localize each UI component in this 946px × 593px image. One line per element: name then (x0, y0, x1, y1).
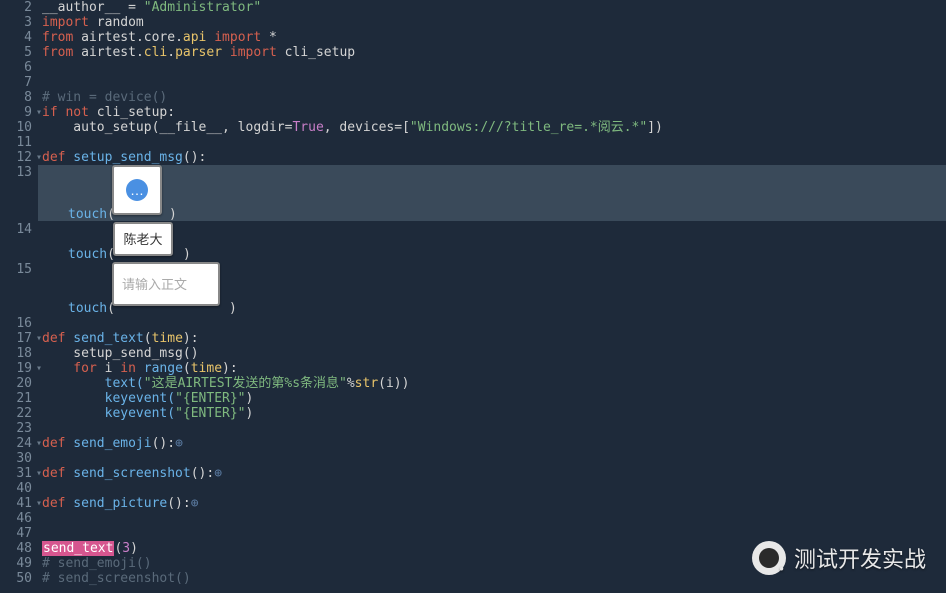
code-line[interactable]: auto_setup(__file__, logdir=True, device… (38, 120, 946, 135)
line-number: 14 (0, 222, 32, 262)
line-number[interactable]: 12 (0, 150, 32, 165)
code-line[interactable] (38, 60, 946, 75)
fold-marker-icon[interactable]: ⊕ (191, 496, 199, 511)
line-number: 20 (0, 376, 32, 391)
code-line[interactable]: import random (38, 15, 946, 30)
code-line[interactable] (38, 481, 946, 496)
code-line[interactable]: from airtest.core.api import * (38, 30, 946, 45)
line-number: 47 (0, 526, 32, 541)
code-line[interactable]: def send_text(time): (38, 331, 946, 346)
line-number: 10 (0, 120, 32, 135)
code-line[interactable]: text("这是AIRTEST发送的第%s条消息"%str(i)) (38, 376, 946, 391)
code-line[interactable] (38, 451, 946, 466)
line-number-gutter: 2 3 4 5 6 7 8 9 10 11 12 13 14 15 16 17 … (0, 0, 38, 586)
code-line[interactable] (38, 526, 946, 541)
code-line[interactable]: … touch() (38, 165, 946, 222)
line-number: 3 (0, 15, 32, 30)
line-number: 7 (0, 75, 32, 90)
code-line[interactable]: def send_picture():⊕ (38, 496, 946, 511)
line-number: 4 (0, 30, 32, 45)
code-line[interactable]: def send_screenshot():⊕ (38, 466, 946, 481)
code-line[interactable]: for i in range(time): (38, 361, 946, 376)
line-number[interactable]: 31 (0, 466, 32, 481)
code-line[interactable] (38, 135, 946, 150)
line-number: 8 (0, 90, 32, 105)
line-number: 11 (0, 135, 32, 150)
code-line[interactable]: 请输入正文 touch() (38, 262, 946, 316)
code-line[interactable]: 陈老大 touch() (38, 222, 946, 262)
fold-marker-icon[interactable]: ⊕ (214, 466, 222, 481)
line-number: 48 (0, 541, 32, 556)
code-line[interactable]: def setup_send_msg(): (38, 150, 946, 165)
image-thumbnail-chat[interactable]: … (112, 165, 162, 215)
code-line[interactable]: # win = device() (38, 90, 946, 105)
line-number[interactable]: 41 (0, 496, 32, 511)
line-number: 50 (0, 571, 32, 586)
code-area[interactable]: __author__ = "Administrator" import rand… (38, 0, 946, 586)
code-line[interactable] (38, 75, 946, 90)
code-line[interactable]: def send_emoji():⊕ (38, 436, 946, 451)
line-number: 49 (0, 556, 32, 571)
code-line[interactable] (38, 421, 946, 436)
image-thumbnail-input[interactable]: 请输入正文 (112, 262, 220, 306)
watermark-text: 测试开发实战 (794, 542, 926, 574)
line-number: 30 (0, 451, 32, 466)
line-number: 5 (0, 45, 32, 60)
code-line[interactable]: from airtest.cli.parser import cli_setup (38, 45, 946, 60)
line-number: 2 (0, 0, 32, 15)
code-line[interactable] (38, 316, 946, 331)
code-line[interactable]: __author__ = "Administrator" (38, 0, 946, 15)
line-number: 13 (0, 165, 32, 222)
line-number[interactable]: 19 (0, 361, 32, 376)
wechat-icon (752, 541, 786, 575)
line-number: 16 (0, 316, 32, 331)
line-number: 40 (0, 481, 32, 496)
line-number: 18 (0, 346, 32, 361)
chat-bubble-icon: … (126, 179, 148, 201)
line-number: 21 (0, 391, 32, 406)
code-line[interactable]: keyevent("{ENTER}") (38, 406, 946, 421)
code-line[interactable] (38, 511, 946, 526)
code-editor[interactable]: 2 3 4 5 6 7 8 9 10 11 12 13 14 15 16 17 … (0, 0, 946, 586)
line-number[interactable]: 9 (0, 105, 32, 120)
line-number: 6 (0, 60, 32, 75)
fold-marker-icon[interactable]: ⊕ (175, 436, 183, 451)
line-number: 23 (0, 421, 32, 436)
line-number: 22 (0, 406, 32, 421)
line-number: 15 (0, 262, 32, 316)
code-line[interactable]: if not cli_setup: (38, 105, 946, 120)
line-number: 46 (0, 511, 32, 526)
code-line[interactable]: setup_send_msg() (38, 346, 946, 361)
line-number[interactable]: 17 (0, 331, 32, 346)
watermark: 测试开发实战 (752, 541, 926, 575)
code-line[interactable]: keyevent("{ENTER}") (38, 391, 946, 406)
image-thumbnail-name[interactable]: 陈老大 (113, 222, 173, 256)
line-number[interactable]: 24 (0, 436, 32, 451)
